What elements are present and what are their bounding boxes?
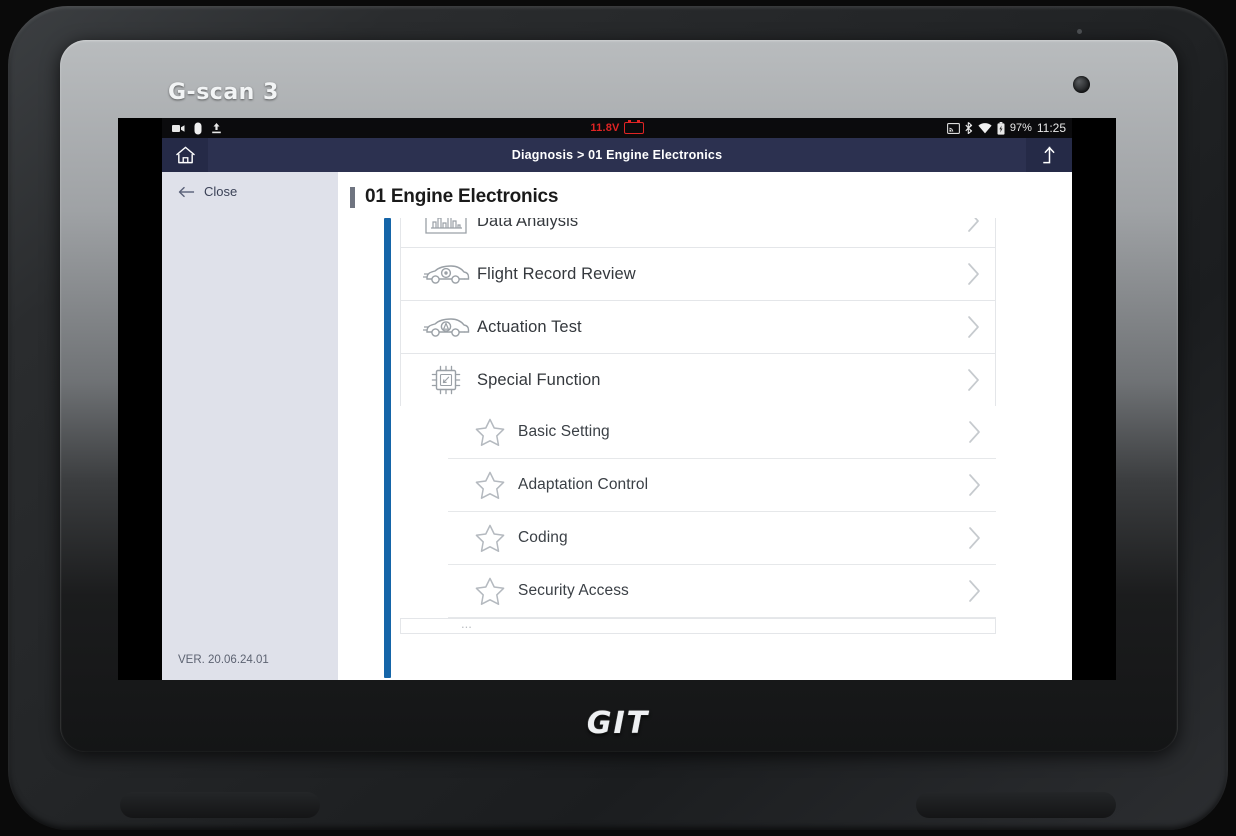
status-clock: 11:25 <box>1036 121 1066 135</box>
menu-item-cut-off[interactable]: ... <box>400 618 996 634</box>
menu-item-security-access[interactable]: Security Access <box>448 565 996 618</box>
star-icon <box>462 576 518 606</box>
menu-item-adaptation-control[interactable]: Adaptation Control <box>448 459 996 512</box>
close-button[interactable]: Close <box>162 172 338 199</box>
car-battery-icon <box>623 120 644 134</box>
left-sidebar: Close VER. 20.06.24.01 <box>162 172 338 680</box>
voltage-indicator: 11.8V <box>162 120 1072 134</box>
chevron-right-icon <box>952 473 996 497</box>
main-content: 01 Engine Electronics Data Analysis Flig… <box>338 172 1072 680</box>
title-accent-bar <box>350 186 355 208</box>
device-foot-right <box>916 792 1116 818</box>
arrow-left-icon <box>178 186 195 198</box>
wifi-icon <box>978 122 992 134</box>
close-label: Close <box>204 184 238 199</box>
menu-item-special-function[interactable]: Special Function <box>400 353 996 406</box>
android-status-bar: 11.8V 97% 11:25 <box>162 118 1072 138</box>
device-frame: G-scan 3 GIT 11.8V 97% 11:25 Diagnosis >… <box>0 0 1236 836</box>
page-title: 01 Engine Electronics <box>365 186 559 207</box>
tablet-screen: 11.8V 97% 11:25 Diagnosis > 01 Engine El… <box>162 118 1072 680</box>
menu-item-label: Special Function <box>477 370 601 389</box>
chevron-right-icon <box>951 218 995 233</box>
page-title-row: 01 Engine Electronics <box>338 172 1072 208</box>
chevron-right-icon <box>952 420 996 444</box>
chevron-right-icon <box>951 262 995 286</box>
menu-item-label: Basic Setting <box>518 423 610 440</box>
status-right-icons: 97% 11:25 <box>946 121 1066 135</box>
chevron-right-icon <box>951 315 995 339</box>
battery-percent: 97% <box>1009 122 1032 134</box>
star-icon <box>462 470 518 500</box>
capsule-icon <box>194 122 202 135</box>
voltage-value: 11.8V <box>590 122 620 134</box>
car-record-icon <box>415 261 477 287</box>
menu-item-basic-setting[interactable]: Basic Setting <box>448 406 996 459</box>
app-body: Close VER. 20.06.24.01 01 Engine Electro… <box>162 172 1072 680</box>
battery-icon <box>997 121 1005 135</box>
chip-icon <box>415 363 477 397</box>
bluetooth-icon <box>965 122 973 134</box>
cut-off-label: ... <box>461 618 472 631</box>
app-header-bar: Diagnosis > 01 Engine Electronics <box>162 138 1072 172</box>
menu-item-coding[interactable]: Coding <box>448 512 996 565</box>
menu-item-data-analysis[interactable]: Data Analysis <box>400 218 996 247</box>
menu-item-label: Adaptation Control <box>518 476 649 493</box>
screencast-icon <box>946 122 960 134</box>
brand-logo-gscan: G-scan 3 <box>168 80 279 105</box>
upload-icon <box>211 122 222 134</box>
chevron-right-icon <box>952 579 996 603</box>
status-left-icons <box>172 122 222 135</box>
car-actuation-icon <box>415 314 477 340</box>
menu-list: Data Analysis Flight Record Review Actua… <box>400 218 996 634</box>
chevron-right-icon <box>952 526 996 550</box>
video-camera-icon <box>172 124 185 133</box>
menu-item-actuation-test[interactable]: Actuation Test <box>400 300 996 353</box>
star-icon <box>462 523 518 553</box>
menu-item-label: Security Access <box>518 582 629 599</box>
star-icon <box>462 417 518 447</box>
breadcrumb: Diagnosis > 01 Engine Electronics <box>511 148 723 162</box>
front-camera <box>1073 76 1090 93</box>
chevron-right-icon <box>951 368 995 392</box>
version-label: VER. 20.06.24.01 <box>178 654 269 666</box>
menu-item-label: Coding <box>518 529 568 546</box>
device-foot-left <box>120 792 320 818</box>
menu-item-label: Data Analysis <box>477 218 579 230</box>
menu-item-flight-record-review[interactable]: Flight Record Review <box>400 247 996 300</box>
pin-hole <box>1077 29 1082 34</box>
menu-item-label: Flight Record Review <box>477 264 636 283</box>
scroll-indicator[interactable] <box>384 218 391 678</box>
waveform-chart-icon <box>415 218 477 236</box>
brand-logo-git: GIT <box>586 706 650 741</box>
menu-item-label: Actuation Test <box>477 317 582 336</box>
menu-list-wrapper: Data Analysis Flight Record Review Actua… <box>338 218 1072 680</box>
